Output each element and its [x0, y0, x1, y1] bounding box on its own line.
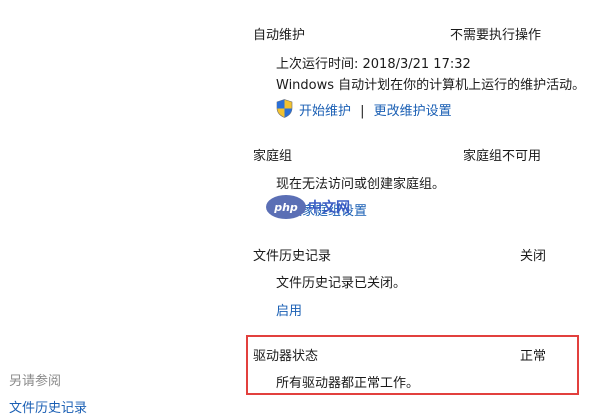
maintenance-links: 开始维护 | 更改维护设置	[299, 100, 452, 119]
change-maintenance-settings-link[interactable]: 更改维护设置	[374, 104, 452, 119]
file-history-status: 关闭	[520, 249, 547, 264]
maintenance-description: Windows 自动计划在你的计算机上运行的维护活动。	[276, 78, 586, 93]
file-history-description: 文件历史记录已关闭。	[276, 276, 407, 291]
enable-file-history-link[interactable]: 启用	[276, 300, 302, 319]
maintenance-last-run: 上次运行时间: 2018/3/21 17:32	[276, 57, 471, 72]
watermark-text: 中文网	[308, 200, 350, 216]
start-maintenance-link[interactable]: 开始维护	[299, 104, 351, 119]
watermark-logo: php	[266, 195, 306, 219]
homegroup-title: 家庭组	[253, 149, 293, 164]
link-separator: |	[360, 104, 365, 119]
homegroup-status: 家庭组不可用	[463, 149, 542, 164]
drive-status-description: 所有驱动器都正常工作。	[276, 376, 420, 391]
see-also-title: 另请参阅	[9, 374, 62, 389]
watermark: php 中文网	[266, 195, 350, 219]
see-also-file-history-link[interactable]: 文件历史记录	[9, 397, 87, 416]
drive-status-status: 正常	[520, 349, 547, 364]
maintenance-title: 自动维护	[253, 28, 306, 43]
maintenance-status: 不需要执行操作	[450, 28, 542, 43]
file-history-title: 文件历史记录	[253, 249, 332, 264]
homegroup-description: 现在无法访问或创建家庭组。	[276, 177, 446, 192]
drive-status-title: 驱动器状态	[253, 349, 319, 364]
uac-shield-icon	[276, 99, 293, 118]
